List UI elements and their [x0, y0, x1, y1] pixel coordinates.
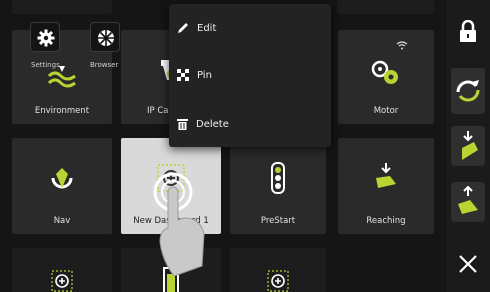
- tile-label: Environment: [34, 106, 90, 116]
- tile-top-partial-1[interactable]: [12, 0, 112, 14]
- tile-label: Nav: [53, 216, 71, 226]
- tile-label: Reaching: [366, 216, 406, 226]
- reach-up-icon: [458, 186, 478, 214]
- tile-row3-1[interactable]: [12, 248, 112, 292]
- right-sidebar: [446, 0, 490, 292]
- pencil-icon: [178, 23, 188, 33]
- tile-nav[interactable]: Nav: [12, 138, 112, 234]
- tile-motor[interactable]: Motor: [338, 30, 434, 124]
- tile-top-partial-2[interactable]: [338, 0, 434, 14]
- gear-icon: [37, 29, 55, 47]
- add-circle-icon: [267, 270, 289, 292]
- menu-item-pin[interactable]: Pin: [177, 65, 212, 85]
- menu-item-label: Delete: [196, 118, 229, 130]
- tile-context-menu: Edit Pin Delete: [169, 4, 331, 147]
- tile-label: PreStart: [260, 216, 296, 226]
- menu-item-delete[interactable]: Delete: [177, 114, 229, 134]
- tile-prestart[interactable]: PreStart: [230, 138, 326, 234]
- motor-icon: [371, 60, 401, 90]
- wifi-icon: [396, 35, 408, 54]
- reach-down-button[interactable]: [451, 126, 485, 166]
- add-circle-icon: [51, 270, 73, 292]
- nav-icon: [48, 164, 76, 196]
- tile-row3-3[interactable]: [230, 248, 326, 292]
- menu-item-label: Edit: [197, 22, 217, 34]
- tile-reaching[interactable]: Reaching: [338, 138, 434, 234]
- trash-icon: [177, 119, 188, 130]
- tile-label: Motor: [373, 106, 399, 116]
- settings-label: Settings: [31, 61, 60, 69]
- menu-item-label: Pin: [197, 69, 212, 81]
- touch-hand-icon: [152, 170, 212, 284]
- traffic-light-icon: [270, 162, 286, 198]
- settings-button[interactable]: [30, 22, 60, 52]
- globe-icon: [98, 30, 114, 46]
- reaching-icon: [372, 162, 400, 196]
- reach-up-button[interactable]: [451, 182, 485, 222]
- pin-icon: [177, 69, 189, 81]
- refresh-icon: [456, 80, 480, 102]
- browser-button[interactable]: [90, 22, 120, 52]
- close-icon[interactable]: [458, 254, 478, 278]
- menu-item-edit[interactable]: Edit: [177, 18, 216, 38]
- refresh-button[interactable]: [451, 68, 485, 114]
- reach-down-icon: [462, 131, 478, 160]
- lock-icon[interactable]: [459, 19, 477, 46]
- browser-label: Browser: [90, 61, 119, 69]
